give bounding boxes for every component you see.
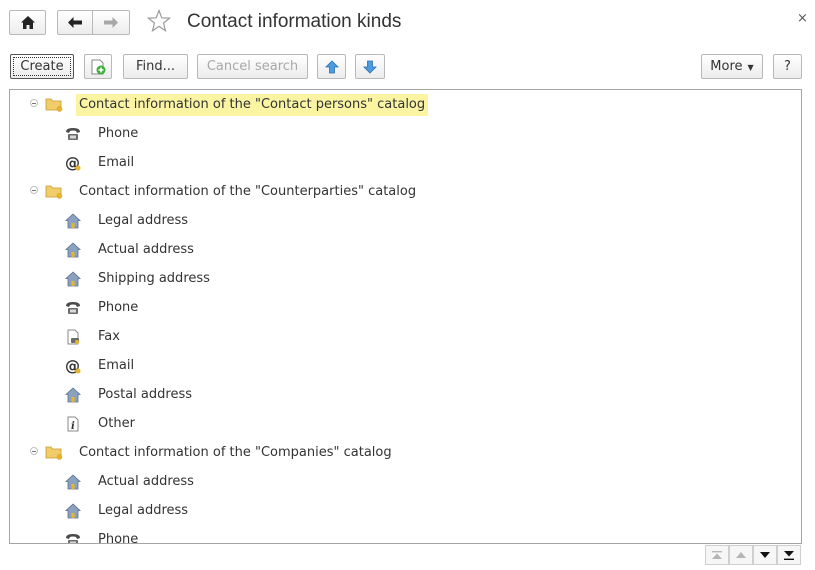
more-button[interactable]: More ▼	[701, 54, 763, 79]
arrow-left-icon	[68, 17, 82, 28]
tree-item-row[interactable]: Postal address	[10, 380, 780, 409]
address-icon	[64, 387, 82, 403]
folder-icon	[45, 184, 63, 203]
email-icon: @	[65, 154, 81, 172]
folder-icon	[45, 97, 63, 116]
help-button[interactable]: ?	[773, 54, 802, 79]
close-icon[interactable]: ×	[797, 11, 808, 26]
tree-item-row[interactable]: Legal address	[10, 496, 780, 525]
forward-button[interactable]	[92, 10, 130, 35]
tree-item-label: Email	[98, 358, 135, 373]
tree-item-row[interactable]: Actual address	[10, 235, 780, 264]
move-down-button[interactable]	[355, 54, 385, 79]
tree-item-row[interactable]: Phone	[10, 525, 780, 544]
tree-item-row[interactable]: @ Email	[10, 351, 780, 380]
address-icon	[64, 271, 82, 287]
collapse-toggle-icon[interactable]	[30, 447, 38, 455]
cancel-search-button[interactable]: Cancel search	[197, 54, 308, 79]
tree-group-row[interactable]: Contact information of the "Contact pers…	[10, 90, 780, 119]
scroll-up-button[interactable]	[729, 545, 753, 565]
tree-item-row[interactable]: i Other	[10, 409, 780, 438]
tree-group-row[interactable]: Contact information of the "Counterparti…	[10, 177, 780, 206]
dropdown-arrow-icon: ▼	[747, 63, 754, 72]
create-button-label: Create	[13, 57, 71, 76]
create-group-button[interactable]	[84, 54, 112, 79]
arrow-right-icon	[104, 17, 118, 28]
address-icon	[64, 503, 82, 519]
tree-item-row[interactable]: Fax	[10, 322, 780, 351]
create-folder-icon	[91, 59, 106, 74]
home-button[interactable]	[9, 10, 46, 35]
tree-group-label: Contact information of the "Counterparti…	[79, 184, 417, 199]
collapse-toggle-icon[interactable]	[30, 186, 38, 194]
scroll-down-button[interactable]	[753, 545, 777, 565]
folder-icon	[45, 445, 63, 464]
window-title: Contact information kinds	[187, 11, 402, 32]
cancel-search-button-label: Cancel search	[206, 59, 299, 74]
other-icon: i	[65, 416, 81, 432]
help-button-label: ?	[784, 59, 791, 74]
tree-item-label: Email	[98, 155, 135, 170]
address-icon	[64, 213, 82, 229]
scroll-to-bottom-button[interactable]	[777, 545, 801, 565]
scroll-up-icon	[736, 552, 746, 558]
tree-item-label: Shipping address	[98, 271, 210, 286]
svg-text:i: i	[71, 421, 75, 432]
scroll-top-icon	[712, 550, 722, 559]
find-button-label: Find...	[135, 59, 176, 74]
arrow-down-icon	[363, 60, 377, 74]
contact-kinds-tree[interactable]: Contact information of the "Contact pers…	[9, 89, 802, 544]
tree-item-row[interactable]: Actual address	[10, 467, 780, 496]
tree-item-label: Phone	[98, 532, 139, 544]
move-up-button[interactable]	[317, 54, 346, 79]
find-button[interactable]: Find...	[123, 54, 188, 79]
back-button[interactable]	[57, 10, 93, 35]
favorite-star-icon[interactable]	[147, 9, 171, 33]
phone-icon	[65, 532, 81, 543]
more-button-label: More	[710, 59, 743, 74]
tree-group-row[interactable]: Contact information of the "Companies" c…	[10, 438, 780, 467]
tree-group-label: Contact information of the "Companies" c…	[79, 445, 392, 460]
tree-item-row[interactable]: Phone	[10, 293, 780, 322]
scroll-down-icon	[760, 552, 770, 558]
tree-item-row[interactable]: Legal address	[10, 206, 780, 235]
scroll-bottom-icon	[784, 550, 794, 560]
tree-item-row[interactable]: @ Email	[10, 148, 780, 177]
scroll-to-top-button[interactable]	[705, 545, 729, 565]
collapse-toggle-icon[interactable]	[30, 99, 38, 107]
tree-item-label: Phone	[98, 300, 139, 315]
fax-icon	[65, 329, 81, 345]
phone-icon	[65, 300, 81, 316]
email-icon: @	[65, 357, 81, 375]
home-icon	[20, 16, 35, 29]
tree-item-label: Legal address	[98, 503, 189, 518]
tree-item-label: Other	[98, 416, 135, 431]
tree-item-row[interactable]: Phone	[10, 119, 780, 148]
address-icon	[64, 474, 82, 490]
tree-item-label: Phone	[98, 126, 139, 141]
phone-icon	[65, 126, 81, 142]
arrow-up-icon	[324, 59, 339, 73]
tree-item-row[interactable]: Shipping address	[10, 264, 780, 293]
tree-item-label: Actual address	[98, 474, 194, 489]
address-icon	[64, 242, 82, 258]
tree-item-label: Fax	[98, 329, 120, 344]
create-button[interactable]: Create	[10, 54, 74, 79]
tree-item-label: Actual address	[98, 242, 194, 257]
tree-item-label: Postal address	[98, 387, 192, 402]
tree-group-label: Contact information of the "Contact pers…	[76, 94, 429, 116]
tree-item-label: Legal address	[98, 213, 189, 228]
